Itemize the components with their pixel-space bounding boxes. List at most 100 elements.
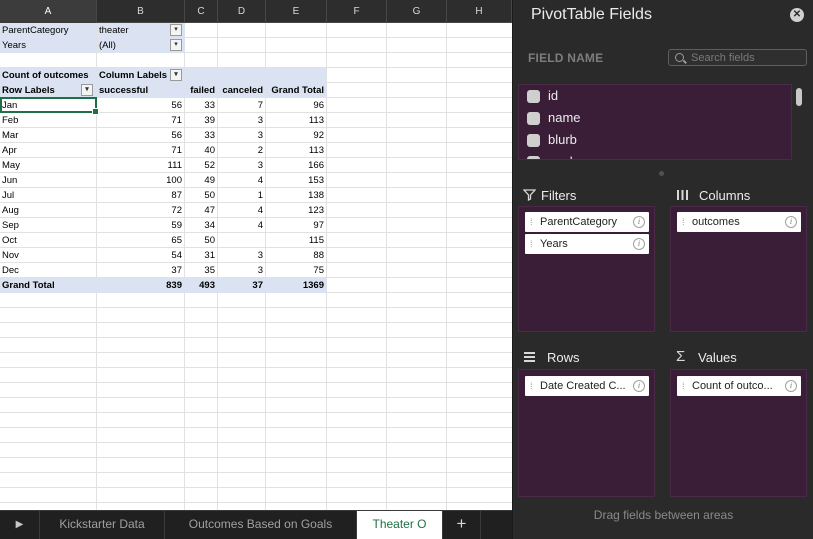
pivot-row-label[interactable]: Mar — [0, 128, 96, 143]
filter-dropdown-funnel-icon[interactable]: ▾ — [170, 24, 182, 36]
pivot-cell[interactable]: 33 — [185, 128, 218, 143]
pivot-cell[interactable]: 49 — [185, 173, 218, 188]
column-chip-outcomes[interactable]: ⁞ outcomes i — [677, 212, 801, 232]
info-icon[interactable]: i — [633, 238, 645, 250]
pivot-cell[interactable]: 52 — [185, 158, 218, 173]
columns-drop-area[interactable]: ⁞ outcomes i — [670, 206, 807, 332]
pivot-corner-label[interactable]: Count of outcomes — [0, 68, 97, 83]
values-drop-area[interactable]: ⁞ Count of outco... i — [670, 369, 807, 497]
search-input[interactable] — [691, 50, 803, 65]
pivot-cell[interactable]: 3 — [218, 263, 266, 278]
cell-grid[interactable]: ParentCategory theater ▾ Years (All) ▾ C… — [0, 23, 512, 510]
pivot-cell[interactable]: 75 — [266, 263, 327, 278]
pivot-cell[interactable]: 87 — [97, 188, 185, 203]
pivot-row-label[interactable]: Nov — [0, 248, 96, 263]
pivot-cell[interactable]: 3 — [218, 158, 266, 173]
pivot-cell[interactable]: 7 — [218, 98, 266, 113]
add-sheet-button[interactable]: + — [443, 511, 481, 539]
column-header-c[interactable]: C — [185, 0, 218, 23]
pivot-header-grand-total[interactable]: Grand Total — [266, 83, 327, 98]
row-chip-date-created[interactable]: ⁞ Date Created C... i — [525, 376, 649, 396]
pivot-cell[interactable]: 72 — [97, 203, 185, 218]
info-icon[interactable]: i — [633, 216, 645, 228]
pivot-cell[interactable]: 96 — [266, 98, 327, 113]
pivot-total-cell[interactable]: 839 — [97, 278, 185, 293]
column-header-e[interactable]: E — [266, 0, 327, 23]
info-icon[interactable]: i — [785, 380, 797, 392]
pivot-cell[interactable]: 113 — [266, 113, 327, 128]
pivot-cell[interactable]: 56 — [97, 98, 185, 113]
active-cell-selection[interactable] — [0, 97, 99, 115]
field-checkbox[interactable] — [527, 90, 540, 103]
tab-theater-outcomes[interactable]: Theater O — [357, 511, 443, 539]
pivot-header-failed[interactable]: failed — [185, 83, 218, 98]
pivot-row-label[interactable]: Apr — [0, 143, 96, 158]
field-list-scrollbar[interactable] — [796, 88, 802, 106]
pivot-cell[interactable]: 138 — [266, 188, 327, 203]
pivot-cell[interactable]: 166 — [266, 158, 327, 173]
value-chip-count-of-outcomes[interactable]: ⁞ Count of outco... i — [677, 376, 801, 396]
pivot-cell[interactable]: 40 — [185, 143, 218, 158]
info-icon[interactable]: i — [785, 216, 797, 228]
pivot-cell[interactable]: 1 — [218, 188, 266, 203]
pivot-cell[interactable]: 39 — [185, 113, 218, 128]
field-list[interactable]: id name blurb goal — [518, 84, 792, 160]
rows-drop-area[interactable]: ⁞ Date Created C... i — [518, 369, 655, 497]
pivot-column-labels[interactable]: Column Labels — [97, 68, 326, 83]
column-header-g[interactable]: G — [387, 0, 447, 23]
pivot-cell[interactable]: 31 — [185, 248, 218, 263]
pivot-cell[interactable]: 37 — [97, 263, 185, 278]
pivot-row-label[interactable]: Aug — [0, 203, 96, 218]
pivot-cell[interactable]: 50 — [185, 233, 218, 248]
pivot-cell[interactable]: 54 — [97, 248, 185, 263]
pivot-cell[interactable]: 59 — [97, 218, 185, 233]
column-header-f[interactable]: F — [327, 0, 387, 23]
pivot-cell[interactable]: 2 — [218, 143, 266, 158]
pivot-cell[interactable]: 65 — [97, 233, 185, 248]
pivot-total-cell[interactable]: 37 — [218, 278, 266, 293]
pivot-cell[interactable]: 153 — [266, 173, 327, 188]
pivot-cell[interactable]: 34 — [185, 218, 218, 233]
column-header-h[interactable]: H — [447, 0, 512, 23]
pivot-cell[interactable]: 47 — [185, 203, 218, 218]
tab-kickstarter-data[interactable]: Kickstarter Data — [40, 511, 165, 539]
panel-splitter-handle[interactable] — [659, 171, 664, 176]
filter-label-years[interactable]: Years — [0, 38, 96, 53]
pivot-cell[interactable]: 4 — [218, 218, 266, 233]
pivot-grand-total-label[interactable]: Grand Total — [0, 278, 97, 293]
pivot-cell[interactable]: 113 — [266, 143, 327, 158]
field-checkbox[interactable] — [527, 112, 540, 125]
pivot-row-label[interactable]: Oct — [0, 233, 96, 248]
field-checkbox[interactable] — [527, 156, 540, 159]
tab-outcomes-based-on-goals[interactable]: Outcomes Based on Goals — [165, 511, 357, 539]
pivot-cell[interactable]: 4 — [218, 203, 266, 218]
filter-chip-parentcategory[interactable]: ⁞ ParentCategory i — [525, 212, 649, 232]
pivot-cell[interactable]: 50 — [185, 188, 218, 203]
pivot-cell[interactable]: 97 — [266, 218, 327, 233]
search-box[interactable] — [668, 49, 807, 66]
column-header-d[interactable]: D — [218, 0, 266, 23]
pivot-cell[interactable]: 92 — [266, 128, 327, 143]
pivot-cell[interactable]: 71 — [97, 143, 185, 158]
pivot-row-label[interactable]: Jun — [0, 173, 96, 188]
pivot-cell[interactable]: 4 — [218, 173, 266, 188]
column-labels-funnel-icon[interactable]: ▾ — [170, 69, 182, 81]
pivot-cell[interactable]: 115 — [266, 233, 327, 248]
pivot-row-label[interactable]: Sep — [0, 218, 96, 233]
pivot-cell[interactable]: 56 — [97, 128, 185, 143]
row-labels-chevron-down-icon[interactable]: ▾ — [81, 84, 93, 96]
pivot-cell[interactable]: 33 — [185, 98, 218, 113]
pivot-row-label[interactable]: Dec — [0, 263, 96, 278]
filter-chip-years[interactable]: ⁞ Years i — [525, 234, 649, 254]
pivot-row-label[interactable]: Feb — [0, 113, 96, 128]
pivot-cell[interactable]: 3 — [218, 128, 266, 143]
pivot-cell[interactable] — [218, 233, 266, 248]
filters-drop-area[interactable]: ⁞ ParentCategory i ⁞ Years i — [518, 206, 655, 332]
pivot-row-label[interactable]: May — [0, 158, 96, 173]
filter-label-parentcategory[interactable]: ParentCategory — [0, 23, 96, 38]
pivot-header-successful[interactable]: successful — [97, 83, 185, 98]
pivot-row-label[interactable]: Jul — [0, 188, 96, 203]
pivot-cell[interactable]: 3 — [218, 248, 266, 263]
column-header-a[interactable]: A — [0, 0, 97, 23]
pivot-cell[interactable]: 100 — [97, 173, 185, 188]
